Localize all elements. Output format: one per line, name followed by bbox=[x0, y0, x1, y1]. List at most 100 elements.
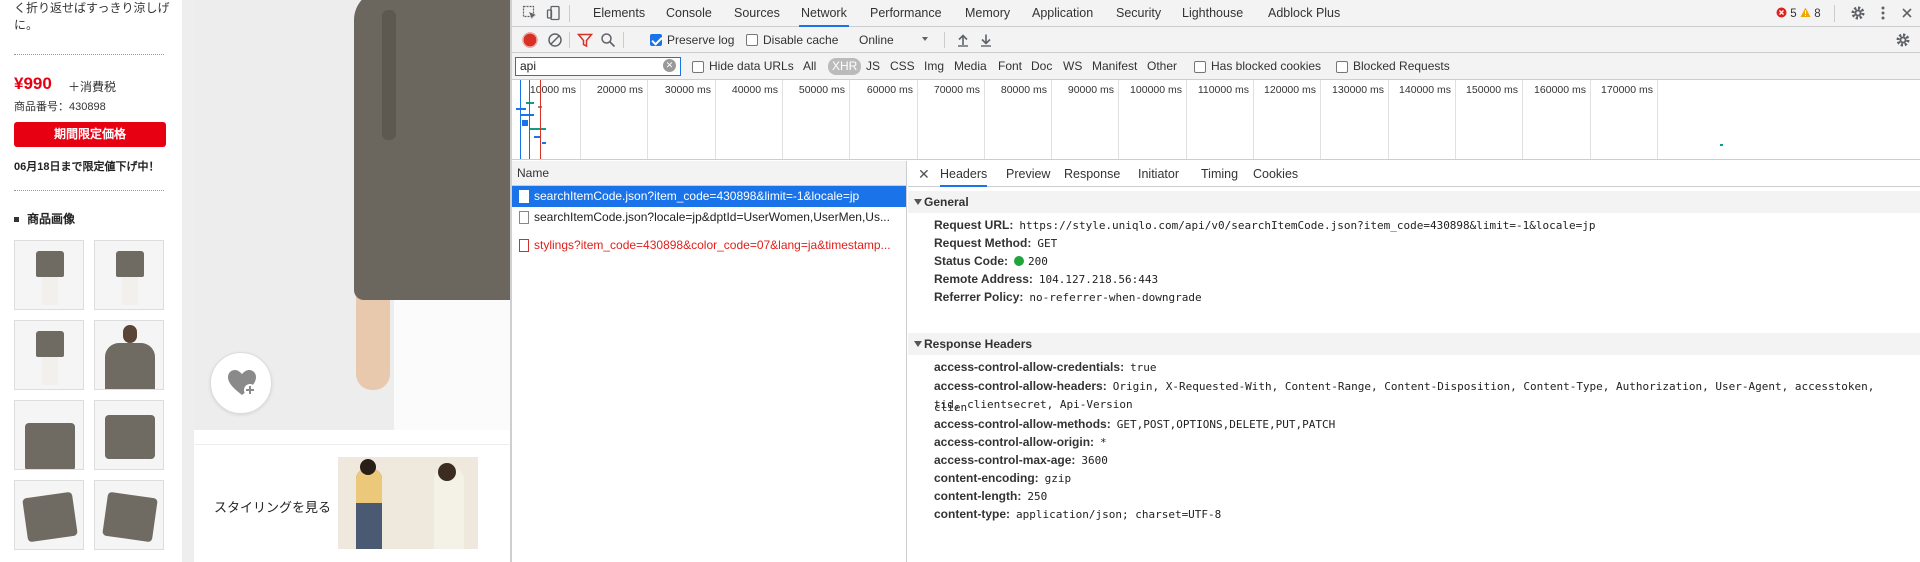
filter-icon[interactable] bbox=[576, 32, 594, 48]
import-har-icon[interactable] bbox=[955, 32, 971, 48]
dotted-divider bbox=[14, 190, 164, 191]
tab-initiator[interactable]: Initiator bbox=[1138, 161, 1179, 187]
tax-note: ＋消費税 bbox=[68, 80, 117, 94]
product-thumbnail[interactable] bbox=[94, 480, 164, 550]
export-har-icon[interactable] bbox=[978, 32, 994, 48]
separator bbox=[1834, 5, 1835, 22]
header-value: application/json; charset=UTF-8 bbox=[1016, 508, 1222, 521]
tab-sources[interactable]: Sources bbox=[732, 0, 782, 27]
record-icon[interactable] bbox=[522, 32, 538, 48]
waterfall-bar bbox=[520, 114, 534, 116]
request-row[interactable]: searchItemCode.json?item_code=430898&lim… bbox=[512, 186, 906, 207]
tab-performance[interactable]: Performance bbox=[868, 0, 944, 27]
preserve-log-checkbox[interactable] bbox=[650, 34, 662, 46]
close-details-icon[interactable]: ✕ bbox=[918, 161, 930, 187]
filter-input[interactable]: api bbox=[515, 57, 681, 76]
tab-console[interactable]: Console bbox=[664, 0, 714, 27]
header-key: content-type: bbox=[934, 507, 1010, 521]
throttling-select[interactable]: Online bbox=[859, 33, 894, 47]
response-headers-section-header[interactable]: Response Headers bbox=[908, 333, 1920, 355]
tab-adblock-plus[interactable]: Adblock Plus bbox=[1266, 0, 1342, 27]
error-counter[interactable]: 5 bbox=[1776, 7, 1797, 20]
product-thumbnail[interactable] bbox=[14, 240, 84, 310]
request-list: Name searchItemCode.json?item_code=43089… bbox=[512, 161, 907, 562]
waterfall-bar bbox=[1720, 144, 1723, 146]
header-key: access-control-max-age: bbox=[934, 453, 1076, 467]
has-blocked-cookies-checkbox[interactable] bbox=[1194, 61, 1206, 73]
hide-data-urls-checkbox[interactable] bbox=[692, 61, 704, 73]
filter-type-other[interactable]: Other bbox=[1147, 59, 1177, 73]
tab-preview[interactable]: Preview bbox=[1006, 161, 1050, 187]
general-section-title: General bbox=[924, 195, 969, 209]
tab-response[interactable]: Response bbox=[1064, 161, 1120, 187]
sale-note: 06月18日まで限定値下げ中！ bbox=[14, 161, 160, 173]
header-row: tid, clientsecret, Api-Version bbox=[934, 394, 1914, 415]
filter-type-ws[interactable]: WS bbox=[1063, 59, 1082, 73]
separator bbox=[623, 32, 624, 48]
filter-type-js[interactable]: JS bbox=[866, 59, 880, 73]
tab-security[interactable]: Security bbox=[1114, 0, 1163, 27]
bullet-square-icon bbox=[14, 217, 19, 223]
filter-type-manifest[interactable]: Manifest bbox=[1092, 59, 1137, 73]
general-section-header[interactable]: General bbox=[908, 191, 1920, 213]
blocked-requests-checkbox[interactable] bbox=[1336, 61, 1348, 73]
product-thumbnail[interactable] bbox=[14, 320, 84, 390]
more-options-icon[interactable] bbox=[1875, 5, 1891, 21]
product-thumbnail[interactable] bbox=[14, 400, 84, 470]
network-settings-gear-icon[interactable] bbox=[1895, 32, 1911, 48]
search-icon[interactable] bbox=[600, 32, 616, 48]
waterfall-bar bbox=[516, 108, 526, 110]
expand-triangle-icon bbox=[914, 341, 922, 347]
product-thumbnail[interactable] bbox=[14, 480, 84, 550]
response-headers-section-title: Response Headers bbox=[924, 337, 1033, 351]
inspect-element-icon[interactable] bbox=[522, 5, 538, 21]
product-thumbnail[interactable] bbox=[94, 320, 164, 390]
settings-gear-icon[interactable] bbox=[1850, 5, 1866, 21]
device-toolbar-icon[interactable] bbox=[546, 5, 562, 21]
clear-icon[interactable] bbox=[547, 32, 563, 48]
waterfall-bar bbox=[522, 120, 528, 126]
separator bbox=[569, 5, 570, 22]
tab-memory[interactable]: Memory bbox=[963, 0, 1012, 27]
filter-type-all[interactable]: All bbox=[803, 59, 816, 73]
request-name: stylings?item_code=430898&color_code=07&… bbox=[534, 238, 891, 252]
filter-type-css[interactable]: CSS bbox=[890, 59, 915, 73]
header-row: content-type: application/json; charset=U… bbox=[934, 504, 1914, 525]
tab-elements[interactable]: Elements bbox=[591, 0, 647, 27]
request-name: searchItemCode.json?locale=jp&dptId=User… bbox=[534, 210, 890, 224]
request-row[interactable]: searchItemCode.json?locale=jp&dptId=User… bbox=[512, 207, 906, 228]
filter-type-font[interactable]: Font bbox=[998, 59, 1022, 73]
clear-filter-icon[interactable]: ✕ bbox=[663, 59, 676, 72]
tab-headers[interactable]: Headers bbox=[940, 161, 988, 187]
favorite-button[interactable] bbox=[210, 352, 272, 414]
product-number: 商品番号：430898 bbox=[14, 101, 106, 113]
network-overview-timeline[interactable]: 10000 ms 20000 ms 30000 ms 40000 ms 50000 ms… bbox=[512, 80, 1920, 160]
xhr-file-icon bbox=[519, 211, 529, 224]
filter-type-media[interactable]: Media bbox=[954, 59, 987, 73]
header-value: gzip bbox=[1044, 472, 1072, 485]
filter-type-img[interactable]: Img bbox=[924, 59, 944, 73]
product-thumbnail[interactable] bbox=[94, 400, 164, 470]
tab-application[interactable]: Application bbox=[1030, 0, 1095, 27]
styling-link[interactable]: スタイリングを見る bbox=[194, 444, 510, 562]
filter-type-doc[interactable]: Doc bbox=[1031, 59, 1052, 73]
styling-image bbox=[338, 457, 478, 549]
header-row: access-control-allow-credentials: true bbox=[934, 357, 1914, 378]
tab-timing[interactable]: Timing bbox=[1201, 161, 1238, 187]
request-row[interactable]: stylings?item_code=430898&color_code=07&… bbox=[512, 235, 906, 256]
product-images-heading: 商品画像 bbox=[14, 210, 75, 227]
header-value: 200 bbox=[1028, 255, 1048, 268]
detail-tabbar: ✕ Headers Preview Response Initiator Tim… bbox=[908, 161, 1920, 187]
timeline-tick-label: 130000 ms bbox=[1332, 84, 1384, 96]
tab-network[interactable]: Network bbox=[799, 0, 849, 27]
product-thumbnail[interactable] bbox=[94, 240, 164, 310]
warning-counter[interactable]: 8 bbox=[1800, 7, 1821, 20]
disable-cache-checkbox[interactable] bbox=[746, 34, 758, 46]
name-column-header[interactable]: Name bbox=[512, 161, 906, 186]
header-key: access-control-allow-methods: bbox=[934, 417, 1111, 431]
filter-type-xhr[interactable]: XHR bbox=[828, 58, 862, 75]
tab-lighthouse[interactable]: Lighthouse bbox=[1180, 0, 1245, 27]
blocked-requests-label: Blocked Requests bbox=[1353, 59, 1450, 73]
close-devtools-icon[interactable] bbox=[1899, 5, 1915, 21]
tab-cookies[interactable]: Cookies bbox=[1253, 161, 1298, 187]
